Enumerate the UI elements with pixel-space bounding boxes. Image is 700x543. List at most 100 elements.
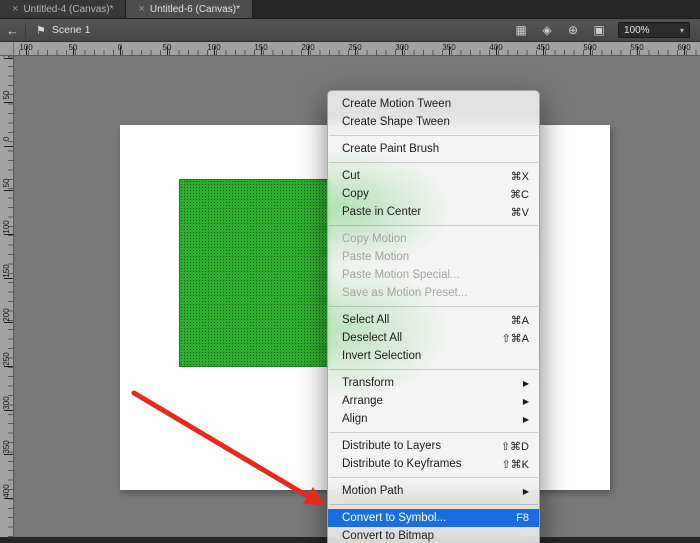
ruler-label: 0 bbox=[118, 43, 122, 52]
menu-separator bbox=[329, 477, 538, 478]
menu-item-align[interactable]: Align▶ bbox=[328, 410, 539, 428]
ruler-label: 100 bbox=[2, 56, 12, 58]
ruler-label: 450 bbox=[536, 43, 549, 52]
scene-label: Scene 1 bbox=[52, 24, 91, 36]
menu-item-shortcut: ⌘A bbox=[511, 314, 529, 327]
tab-untitled-6[interactable]: × Untitled-6 (Canvas)* bbox=[126, 0, 252, 18]
menu-item-label: Cut bbox=[342, 170, 499, 182]
chevron-down-icon: ▾ bbox=[680, 26, 684, 35]
submenu-arrow-icon: ▶ bbox=[523, 397, 529, 406]
ruler-label: 350 bbox=[442, 43, 455, 52]
menu-item-label: Convert to Bitmap bbox=[342, 530, 529, 542]
menu-item-arrange[interactable]: Arrange▶ bbox=[328, 392, 539, 410]
menu-item-shortcut: ⌘X bbox=[511, 170, 529, 183]
ruler-label: 50 bbox=[2, 176, 12, 190]
menu-item-copy[interactable]: Copy⌘C bbox=[328, 185, 539, 203]
menu-item-label: Create Shape Tween bbox=[342, 116, 529, 128]
ruler-major-tick bbox=[4, 102, 13, 103]
menu-item-cut[interactable]: Cut ⌘X bbox=[328, 167, 539, 185]
menu-item-deselect-all[interactable]: Deselect All ⇧⌘A bbox=[328, 329, 539, 347]
ruler-major-tick bbox=[4, 234, 13, 235]
context-menu: Create Motion Tween Create Shape Tween Cre… bbox=[327, 90, 540, 543]
menu-item-label: Distribute to Keyframes bbox=[342, 458, 489, 470]
menu-item-label: Create Motion Tween bbox=[342, 98, 529, 110]
menu-item-create-paint-brush[interactable]: Create Paint Brush bbox=[328, 140, 539, 158]
menu-item-label: Transform bbox=[342, 377, 511, 389]
clip-options-icon[interactable]: ▣ bbox=[586, 23, 612, 37]
submenu-arrow-icon: ▶ bbox=[523, 379, 529, 388]
ruler-label: 0 bbox=[2, 132, 12, 146]
menu-item-copy-motion: Copy Motion bbox=[328, 230, 539, 248]
menu-item-distribute-to-layers[interactable]: Distribute to Layers⇧⌘D bbox=[328, 437, 539, 455]
ruler-label: 150 bbox=[254, 43, 267, 52]
ruler-major-tick bbox=[4, 146, 13, 147]
menu-item-save-as-motion-preset: Save as Motion Preset... bbox=[328, 284, 539, 302]
edit-scene-icon[interactable]: ▦ bbox=[508, 23, 534, 37]
ruler-major-tick bbox=[4, 498, 13, 499]
menu-item-distribute-to-keyframes[interactable]: Distribute to Keyframes ⇧⌘K bbox=[328, 455, 539, 473]
ruler-label: 600 bbox=[677, 43, 690, 52]
edit-bar: ← ⚑ Scene 1 ▦ ◈ ⊕ ▣ 100% ▾ bbox=[0, 19, 700, 42]
menu-item-label: Deselect All bbox=[342, 332, 489, 344]
menu-item-label: Convert to Symbol... bbox=[342, 512, 504, 524]
tab-untitled-4[interactable]: × Untitled-4 (Canvas)* bbox=[0, 0, 126, 18]
menu-item-label: Save as Motion Preset... bbox=[342, 287, 529, 299]
menu-separator bbox=[329, 504, 538, 505]
ruler-label: 150 bbox=[2, 264, 12, 278]
menu-item-shortcut: ⇧⌘A bbox=[501, 332, 529, 345]
menu-item-label: Distribute to Layers bbox=[342, 440, 489, 452]
submenu-arrow-icon: ▶ bbox=[523, 415, 529, 424]
menu-item-paste-in-center[interactable]: Paste in Center⌘V bbox=[328, 203, 539, 221]
ruler-label: 100 bbox=[2, 220, 12, 234]
selected-green-rectangle[interactable] bbox=[180, 180, 330, 366]
menu-item-label: Copy Motion bbox=[342, 233, 529, 245]
ruler-label: 50 bbox=[163, 43, 172, 52]
ruler-label: 100 bbox=[19, 43, 32, 52]
menu-item-select-all[interactable]: Select All⌘A bbox=[328, 311, 539, 329]
scene-breadcrumb: ⚑ Scene 1 bbox=[26, 24, 100, 37]
menu-separator bbox=[329, 306, 538, 307]
menu-separator bbox=[329, 225, 538, 226]
tab-close-icon[interactable]: × bbox=[12, 4, 18, 15]
tab-close-icon[interactable]: × bbox=[138, 4, 144, 15]
ruler-label: 400 bbox=[2, 484, 12, 498]
ruler-label: 500 bbox=[583, 43, 596, 52]
ruler-label: 300 bbox=[2, 396, 12, 410]
document-tab-bar: × Untitled-4 (Canvas)* × Untitled-6 (Can… bbox=[0, 0, 700, 19]
back-button[interactable]: ← bbox=[0, 23, 26, 38]
edit-symbols-icon[interactable]: ◈ bbox=[534, 23, 560, 37]
ruler-major-tick bbox=[4, 410, 13, 411]
zoom-level-dropdown[interactable]: 100% ▾ bbox=[618, 22, 690, 38]
menu-item-shortcut: ⇧⌘K bbox=[501, 458, 529, 471]
menu-separator bbox=[329, 162, 538, 163]
menu-item-label: Copy bbox=[342, 188, 498, 200]
tab-label: Untitled-6 (Canvas)* bbox=[150, 4, 240, 15]
menu-item-convert-to-bitmap[interactable]: Convert to Bitmap bbox=[328, 527, 539, 543]
ruler-label: 250 bbox=[348, 43, 361, 52]
ruler-label: 100 bbox=[207, 43, 220, 52]
menu-item-create-motion-tween[interactable]: Create Motion Tween bbox=[328, 95, 539, 113]
menu-separator bbox=[329, 135, 538, 136]
menu-item-convert-to-symbol[interactable]: Convert to Symbol...F8 bbox=[328, 509, 539, 527]
menu-item-label: Paste Motion bbox=[342, 251, 529, 263]
menu-item-shortcut: ⌘V bbox=[511, 206, 529, 219]
ruler-label: 350 bbox=[2, 440, 12, 454]
zoom-value: 100% bbox=[624, 25, 650, 36]
menu-item-transform[interactable]: Transform ▶ bbox=[328, 374, 539, 392]
vertical-ruler: 10050050100150200250300350400 bbox=[0, 56, 14, 537]
menu-item-create-shape-tween[interactable]: Create Shape Tween bbox=[328, 113, 539, 131]
ruler-label: 200 bbox=[2, 308, 12, 322]
ruler-major-tick bbox=[4, 366, 13, 367]
center-stage-icon[interactable]: ⊕ bbox=[560, 23, 586, 37]
menu-separator bbox=[329, 369, 538, 370]
ruler-major-tick bbox=[4, 322, 13, 323]
menu-item-label: Invert Selection bbox=[342, 350, 529, 362]
ruler-label: 550 bbox=[630, 43, 643, 52]
menu-item-invert-selection[interactable]: Invert Selection bbox=[328, 347, 539, 365]
ruler-label: 200 bbox=[301, 43, 314, 52]
ruler-label: 50 bbox=[2, 88, 12, 102]
ruler-major-tick bbox=[4, 190, 13, 191]
animate-app-window: × Untitled-4 (Canvas)* × Untitled-6 (Can… bbox=[0, 0, 700, 543]
ruler-label: 300 bbox=[395, 43, 408, 52]
menu-item-motion-path[interactable]: Motion Path▶ bbox=[328, 482, 539, 500]
